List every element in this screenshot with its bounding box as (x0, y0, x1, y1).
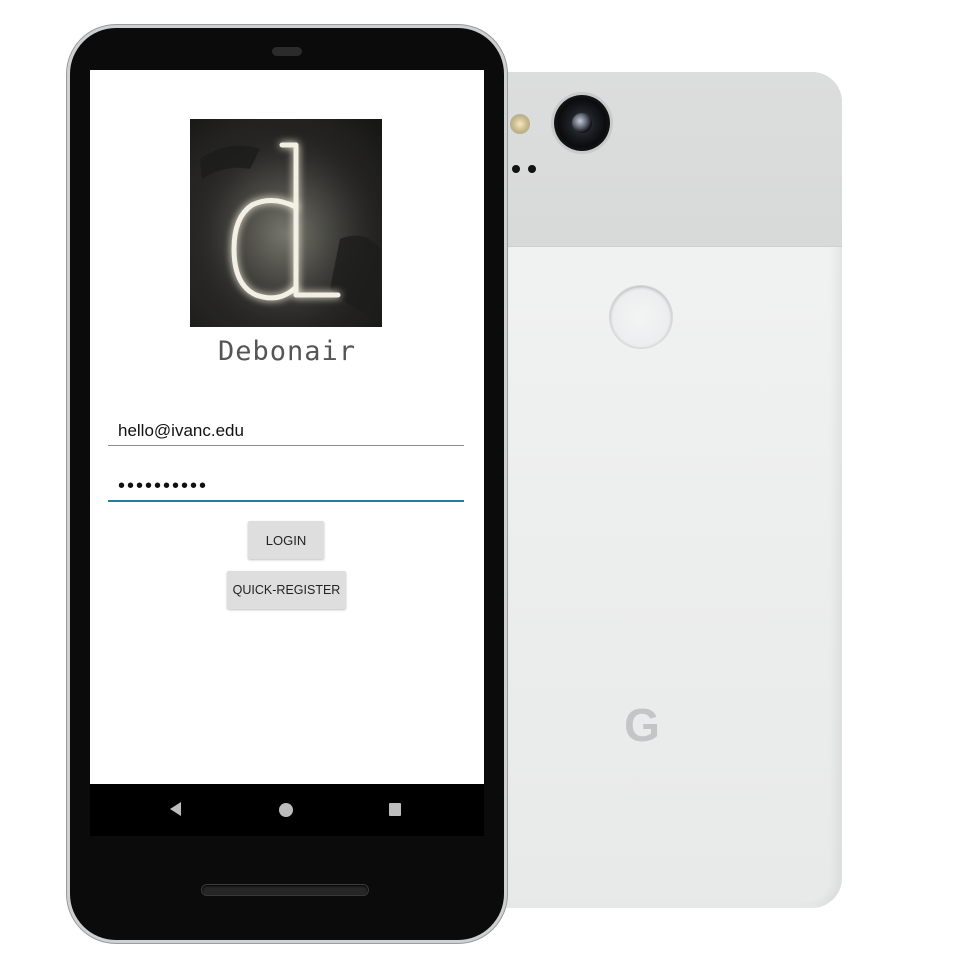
login-button[interactable]: LOGIN (248, 521, 324, 559)
phone-back (470, 72, 842, 908)
earpiece-speaker-icon (272, 47, 302, 56)
password-input[interactable] (108, 472, 464, 502)
flash-icon (510, 114, 530, 134)
rear-camera-icon (554, 95, 610, 151)
phone-screen: Debonair LOGIN QUICK-REGISTER (90, 70, 484, 836)
app-logo (190, 119, 382, 327)
bottom-speaker-icon (202, 885, 368, 895)
back-triangle-icon[interactable] (170, 802, 181, 816)
device-mockup: G Debonair hello@ivanc.edu •••••••••• LO… (0, 0, 980, 953)
home-circle-icon[interactable] (279, 803, 293, 817)
back-glass-panel (470, 72, 842, 247)
system-navigation-bar (90, 784, 484, 836)
mic-dot-icon (512, 165, 520, 173)
neon-d-logo-icon (190, 119, 382, 327)
recents-square-icon[interactable] (389, 803, 401, 816)
mic-dot-icon (528, 165, 536, 173)
quick-register-button[interactable]: QUICK-REGISTER (227, 571, 346, 609)
google-logo-icon: G (624, 699, 660, 751)
fingerprint-sensor-icon (610, 286, 672, 348)
app-title: Debonair (217, 336, 357, 367)
email-input[interactable] (108, 416, 464, 446)
